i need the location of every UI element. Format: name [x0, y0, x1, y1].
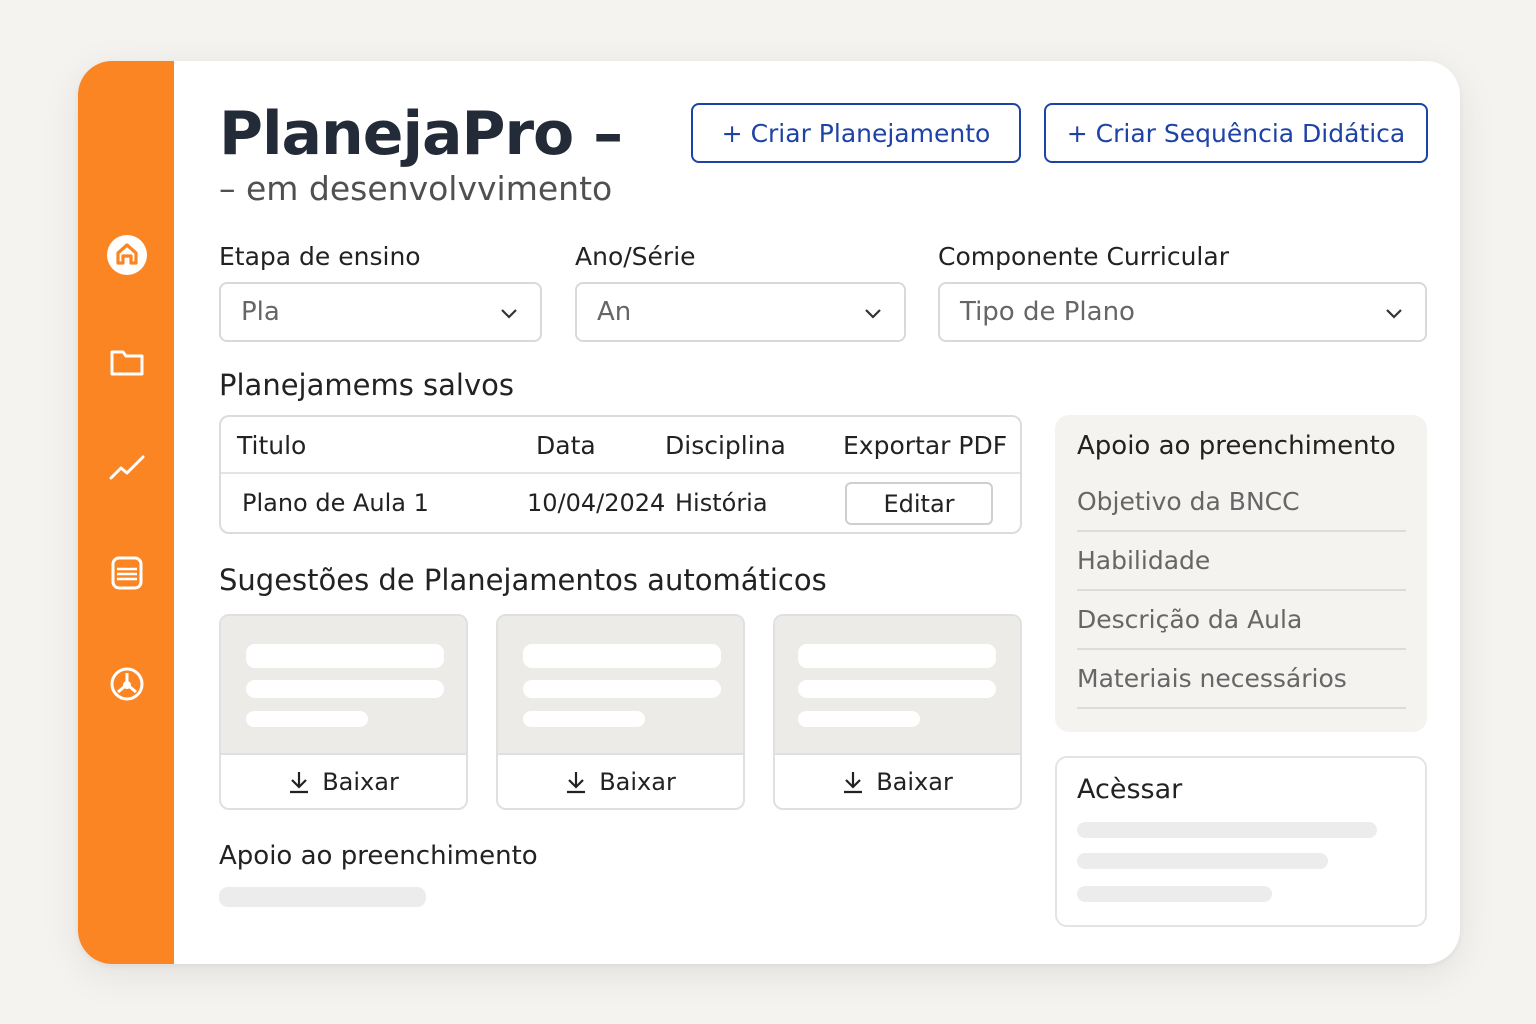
download-button[interactable]: Baixar — [775, 753, 1020, 808]
saved-plans-table: Titulo Data Disciplina Exportar PDF Plan… — [219, 415, 1022, 534]
app-window: PlanejaPro – – em desenvolvvimento + Cri… — [78, 61, 1460, 964]
row-date: 10/04/2024 — [527, 489, 666, 517]
skeleton-line — [798, 680, 996, 698]
folder-icon[interactable] — [107, 342, 147, 382]
suggestion-preview — [221, 616, 466, 755]
suggestion-preview — [775, 616, 1020, 755]
download-button[interactable]: Baixar — [221, 753, 466, 808]
skeleton-line — [246, 644, 444, 668]
download-icon — [567, 771, 586, 793]
suggestion-preview — [498, 616, 743, 755]
table-divider — [221, 472, 1020, 474]
support-panel-title: Apoio ao preenchimento — [1077, 431, 1396, 461]
year-label: Ano/Série — [575, 242, 696, 271]
year-select[interactable]: An — [575, 282, 906, 342]
support-item[interactable]: Objetivo da BNCC — [1077, 487, 1406, 532]
chevron-down-icon — [1386, 309, 1402, 319]
saved-plans-title: Planejamems salvos — [219, 368, 514, 402]
skeleton-line — [523, 680, 721, 698]
component-select-value: Tipo de Plano — [960, 297, 1135, 327]
row-discipline: História — [675, 489, 768, 517]
suggestion-card[interactable]: Baixar — [496, 614, 745, 810]
suggestion-card[interactable]: Baixar — [219, 614, 468, 810]
stage-select-value: Pla — [241, 297, 280, 327]
access-panel-title: Acèssar — [1077, 774, 1183, 805]
support-item[interactable]: Habilidade — [1077, 546, 1406, 591]
skeleton-line — [1077, 822, 1377, 838]
skeleton-line — [798, 644, 996, 668]
column-header-date[interactable]: Data — [536, 431, 596, 460]
trend-chart-icon[interactable] — [107, 447, 147, 487]
column-header-export[interactable]: Exportar PDF — [843, 431, 1007, 460]
download-button[interactable]: Baixar — [498, 753, 743, 808]
list-card-icon[interactable] — [107, 553, 147, 593]
support-section-title: Apoio ao preenchimento — [219, 841, 538, 871]
download-label: Baixar — [322, 767, 399, 796]
skeleton-line — [1077, 886, 1272, 902]
suggestion-card[interactable]: Baixar — [773, 614, 1022, 810]
support-item[interactable]: Materiais necessários — [1077, 664, 1406, 709]
download-icon — [290, 771, 309, 793]
page-title: PlanejaPro – — [219, 99, 623, 169]
chevron-down-icon — [501, 309, 517, 319]
download-icon — [844, 771, 863, 793]
support-panel: Apoio ao preenchimento Objetivo da BNCC … — [1055, 415, 1427, 732]
sidebar — [78, 61, 174, 964]
skeleton-line — [798, 711, 920, 727]
column-header-title[interactable]: Titulo — [237, 431, 306, 460]
settings-icon[interactable] — [107, 664, 147, 704]
create-sequence-button[interactable]: + Criar Sequência Didática — [1044, 103, 1428, 163]
column-header-discipline[interactable]: Disciplina — [665, 431, 786, 460]
page-subtitle: – em desenvolvvimento — [219, 169, 613, 208]
stage-label: Etapa de ensino — [219, 242, 421, 271]
skeleton-line — [219, 887, 426, 907]
edit-button[interactable]: Editar — [845, 482, 993, 525]
create-plan-button[interactable]: + Criar Planejamento — [691, 103, 1021, 163]
download-label: Baixar — [599, 767, 676, 796]
skeleton-line — [523, 644, 721, 668]
row-title[interactable]: Plano de Aula 1 — [242, 489, 429, 517]
home-icon[interactable] — [107, 235, 147, 275]
skeleton-line — [246, 680, 444, 698]
suggestions-title: Sugestões de Planejamentos automáticos — [219, 563, 827, 597]
skeleton-line — [246, 711, 368, 727]
support-item[interactable]: Descrição da Aula — [1077, 605, 1406, 650]
stage-select[interactable]: Pla — [219, 282, 542, 342]
component-select[interactable]: Tipo de Plano — [938, 282, 1427, 342]
download-label: Baixar — [876, 767, 953, 796]
component-label: Componente Curricular — [938, 242, 1229, 271]
skeleton-line — [523, 711, 645, 727]
skeleton-line — [1077, 853, 1328, 869]
year-select-value: An — [597, 297, 632, 327]
access-panel[interactable]: Acèssar — [1055, 756, 1427, 927]
chevron-down-icon — [865, 309, 881, 319]
